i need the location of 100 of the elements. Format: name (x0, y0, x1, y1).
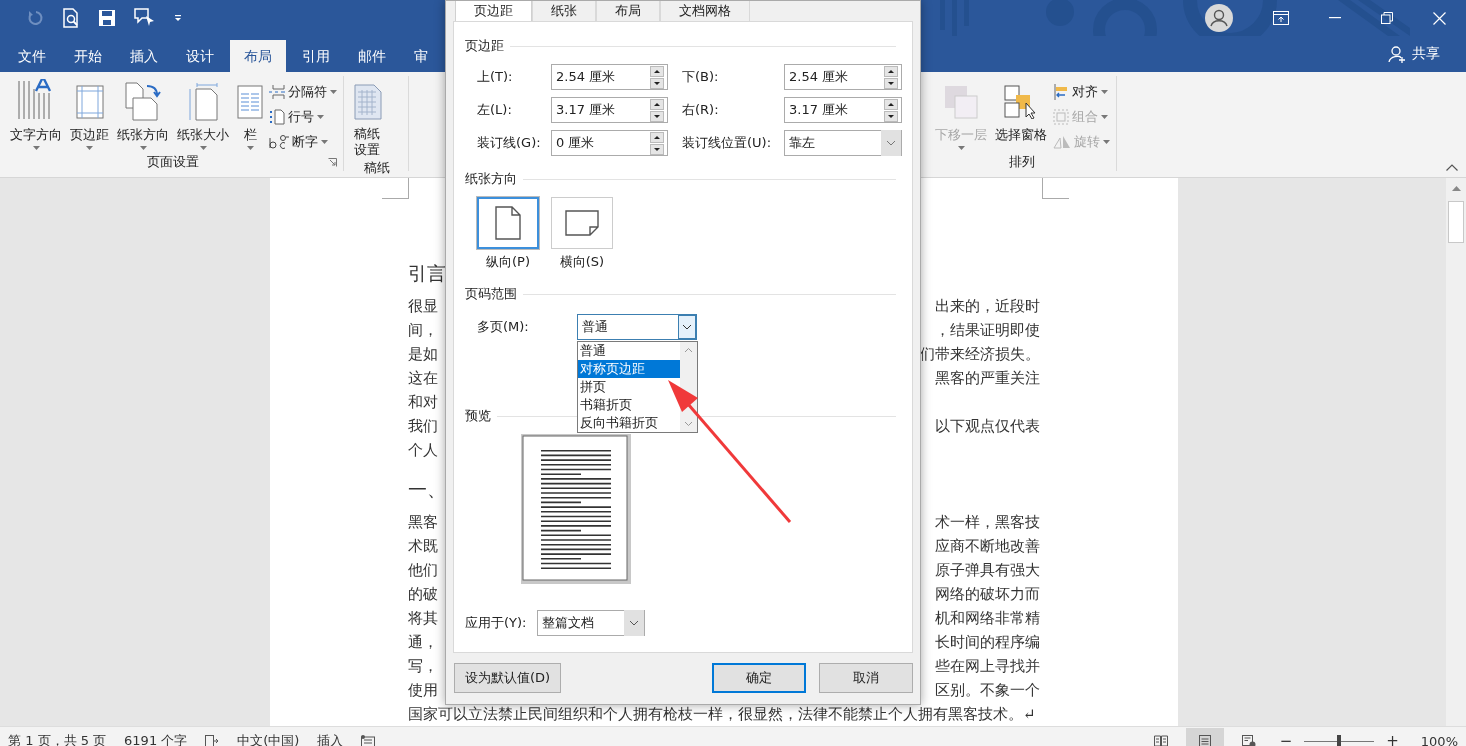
macro-icon[interactable] (361, 735, 376, 746)
spin-field[interactable]: 2.54 厘米 (784, 64, 902, 90)
collapse-ribbon-icon[interactable] (1446, 164, 1458, 171)
chevron-down-icon (624, 610, 644, 636)
restore-icon[interactable] (1381, 12, 1393, 24)
ribbon-small-button[interactable]: 断字 (269, 132, 337, 152)
document-text: 是如 (408, 344, 438, 365)
ribbon-button[interactable]: 页边距 (68, 80, 111, 153)
group-icon (1053, 109, 1069, 125)
ribbon-button[interactable]: 纸张大小 (175, 80, 231, 153)
ribbon-tab[interactable]: 文件 (4, 40, 60, 72)
document-text: 出来的，近段时 (935, 296, 1040, 317)
ribbon-tab[interactable]: 设计 (172, 40, 228, 72)
language-indicator[interactable]: 中文(中国) (237, 732, 300, 746)
select-field[interactable]: 整篇文档 (537, 610, 645, 636)
document-text: 黑客 (408, 512, 438, 533)
save-icon[interactable] (98, 9, 116, 27)
spin-up-icon[interactable] (650, 131, 664, 143)
corner-mark (382, 178, 409, 199)
orientation-button[interactable] (551, 197, 613, 249)
spin-down-icon[interactable] (650, 77, 664, 89)
dropdown-option[interactable]: 反向书籍折页 (578, 414, 658, 432)
document-text: 这在 (408, 368, 438, 389)
share-button[interactable]: 共享 (1384, 43, 1444, 65)
vertical-scrollbar[interactable] (1446, 178, 1466, 726)
dropdown-option[interactable]: 对称页边距 (578, 360, 680, 378)
field-label: 右(R): (681, 101, 720, 119)
word-count[interactable]: 6191 个字 (124, 732, 188, 746)
spin-field[interactable]: 0 厘米 (551, 130, 668, 156)
chevron-down-icon (678, 315, 696, 339)
spin-up-icon[interactable] (650, 65, 664, 77)
select-field[interactable]: 靠左 (784, 130, 902, 156)
ribbon-tab[interactable]: 插入 (116, 40, 172, 72)
ribbon-button[interactable]: 栏 (235, 80, 265, 153)
spin-up-icon[interactable] (884, 98, 898, 110)
dialog-button[interactable]: 取消 (819, 662, 913, 693)
spin-field[interactable]: 3.17 厘米 (551, 97, 668, 123)
orientation-button[interactable] (477, 197, 539, 249)
spin-up-icon[interactable] (650, 98, 664, 110)
ribbon-button[interactable]: 文字方向 (8, 80, 64, 153)
document-text: 写， (408, 656, 438, 677)
zoom-level[interactable]: 100% (1410, 733, 1458, 746)
ribbon-small-button[interactable]: 分隔符 (269, 82, 337, 102)
dialog-tab[interactable]: 文档网格 (660, 1, 750, 21)
dropdown-option[interactable]: 普通 (578, 342, 606, 360)
ribbon-tab[interactable]: 引用 (288, 40, 344, 72)
zoom-out-button[interactable]: − (1273, 732, 1299, 746)
document-text: 网络的破坏力而 (935, 584, 1040, 605)
document-text: 通， (408, 632, 438, 653)
dropdown-option[interactable]: 拼页 (578, 378, 606, 396)
spin-down-icon[interactable] (650, 143, 664, 155)
field-label: 左(L): (477, 101, 513, 119)
spin-field[interactable]: 2.54 厘米 (551, 64, 668, 90)
account-avatar-icon[interactable] (1205, 4, 1233, 32)
group-label: 页面设置 (146, 153, 199, 171)
scroll-up-icon[interactable] (1451, 186, 1461, 191)
document-text: 原子弹具有强大 (935, 560, 1040, 581)
dialog-tab[interactable]: 纸张 (532, 1, 596, 21)
dialog-tab[interactable]: 页边距 (455, 1, 532, 21)
ribbon-tab[interactable]: 邮件 (344, 40, 400, 72)
close-icon[interactable] (1433, 11, 1446, 25)
spin-field[interactable]: 3.17 厘米 (784, 97, 902, 123)
document-text: 的破 (408, 584, 438, 605)
ribbon-tab[interactable]: 审 (400, 40, 442, 72)
ribbon-tab[interactable]: 开始 (60, 40, 116, 72)
ribbon-small-button[interactable]: 对齐 (1053, 82, 1110, 102)
dialog-launcher-icon[interactable] (328, 158, 337, 167)
minimize-icon[interactable] (1329, 17, 1341, 19)
spin-up-icon[interactable] (884, 65, 898, 77)
dropdown-option[interactable]: 书籍折页 (578, 396, 632, 414)
section-title: 页码范围 (465, 285, 517, 303)
document-text: 机和网络非常精 (935, 608, 1040, 629)
web-page-icon (1241, 734, 1256, 746)
document-text: 和对 (408, 392, 438, 413)
spin-down-icon[interactable] (650, 110, 664, 122)
view-button[interactable] (1185, 728, 1224, 746)
ribbon-button[interactable]: 稿纸设置 (352, 80, 384, 159)
breaks-icon (269, 84, 285, 100)
dialog-button[interactable]: 设为默认值(D) (454, 662, 562, 693)
proofing-icon[interactable] (205, 735, 220, 746)
select-field[interactable]: 普通 (577, 314, 697, 340)
zoom-in-button[interactable]: + (1380, 732, 1405, 746)
dialog-tab[interactable]: 布局 (596, 1, 660, 21)
ribbon-button[interactable]: 纸张方向 (115, 80, 171, 153)
scroll-thumb[interactable] (1448, 201, 1464, 243)
spin-down-icon[interactable] (884, 110, 898, 122)
customize-caret-icon[interactable] (174, 14, 182, 22)
document-text: 引言 (408, 262, 446, 284)
ribbon-small-button[interactable]: 行号 (269, 107, 337, 127)
spin-down-icon[interactable] (884, 77, 898, 89)
document-text: 应商不断地改善 (935, 536, 1040, 557)
field-label: 上(T): (477, 68, 514, 86)
document-text: 他们 (408, 560, 438, 581)
ribbon-display-icon[interactable] (1273, 11, 1289, 25)
ribbon-button[interactable]: 选择窗格 (993, 80, 1049, 153)
send-backward-icon (944, 85, 978, 119)
ribbon-tab[interactable]: 布局 (230, 40, 286, 72)
print-preview-icon[interactable] (62, 8, 80, 28)
zoom-slider-thumb[interactable] (1337, 734, 1342, 746)
dialog-button[interactable]: 确定 (712, 662, 806, 693)
